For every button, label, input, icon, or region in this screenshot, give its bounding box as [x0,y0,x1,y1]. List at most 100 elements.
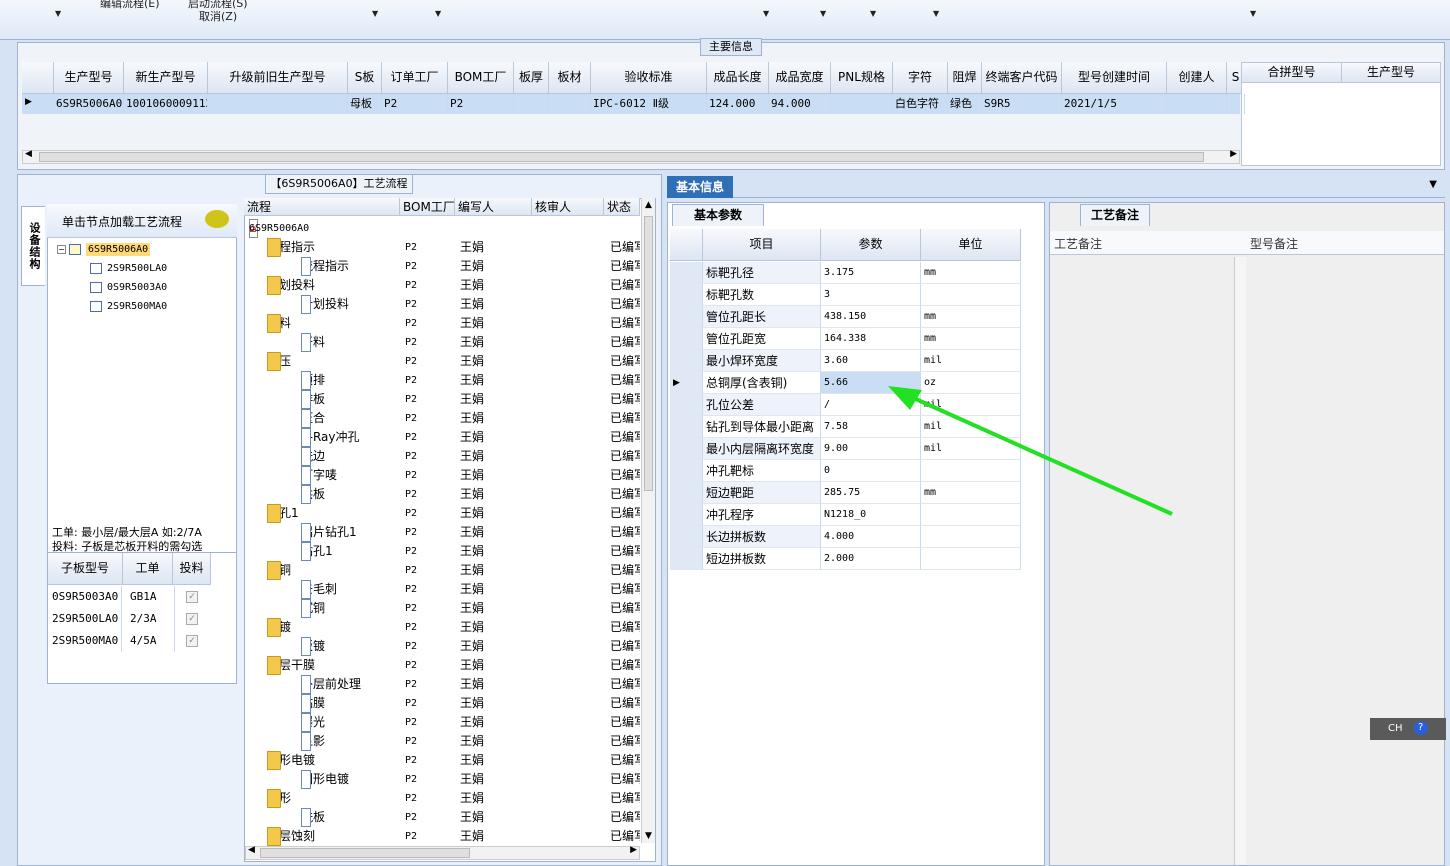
dropdown-arrow-icon[interactable]: ▼ [435,9,441,18]
row-selector[interactable] [670,416,703,438]
flow-row[interactable]: 铣边 P2 王娟 已编写 [245,447,640,466]
flow-row[interactable]: 钻孔1 P2 王娟 已编写 [245,542,640,561]
table-cell[interactable]: 94.000 [771,94,831,114]
value-cell[interactable]: 438.150 [821,306,921,328]
col-header[interactable]: 子板型号 [48,553,123,585]
flow-row[interactable]: −外形 P2 王娟 已编写 [245,789,640,808]
param-row[interactable]: 标靶孔径 3.175 mm [670,262,1040,284]
col-header[interactable]: 工单 [123,553,173,585]
row-selector[interactable] [670,284,703,306]
value-cell[interactable]: 3.175 [821,262,921,284]
flow-root-row[interactable]: − ⌂ 6S9R5006A0 [245,219,640,238]
checkbox[interactable]: ✓ [186,635,198,647]
col-header[interactable]: 新生产型号 [124,62,208,94]
flow-row[interactable]: 压合 P2 王娟 已编写 [245,409,640,428]
col-header[interactable]: 板厚 [514,62,549,94]
item-cell[interactable]: 最小焊环宽度 [703,350,821,372]
edit-flow-button[interactable]: 编辑流程(E) [100,0,160,11]
scroll-left-icon[interactable]: ◀ [25,149,32,159]
dropdown-arrow-icon[interactable]: ▼ [1429,179,1437,190]
param-row[interactable]: 长边拼板数 4.000 [670,526,1040,548]
flow-row[interactable]: 计划投料 P2 王娟 已编写 [245,295,640,314]
value-cell[interactable]: 3.60 [821,350,921,372]
col-header[interactable]: 终端客户代码 [982,62,1062,94]
unit-cell[interactable] [921,284,1021,306]
param-row[interactable]: 管位孔距宽 164.338 mm [670,328,1040,350]
row-selector[interactable] [670,306,703,328]
table-cell[interactable]: 124.000 [709,94,769,114]
row-selector[interactable] [670,438,703,460]
unit-cell[interactable]: mm [921,306,1021,328]
flow-row[interactable]: 曝光 P2 王娟 已编写 [245,713,640,732]
tab-process-remark[interactable]: 工艺备注 [1080,204,1150,226]
table-cell[interactable] [833,94,893,114]
row-selector[interactable] [670,460,703,482]
table-cell[interactable]: 白色字符 [895,94,948,114]
flow-row[interactable]: −开料 P2 王娟 已编写 [245,314,640,333]
col-header[interactable]: 参数 [821,229,921,261]
item-cell[interactable]: 短边拼板数 [703,548,821,570]
tab-basic-info[interactable]: 基本信息 [667,176,733,198]
flow-row[interactable]: −计划投料 P2 王娟 已编写 [245,276,640,295]
table-cell[interactable] [1169,94,1227,114]
col-header[interactable]: S板 [348,62,382,94]
col-header[interactable]: 投料 [173,553,211,585]
flow-row[interactable]: 打字唛 P2 王娟 已编写 [245,466,640,485]
tab-basic-params[interactable]: 基本参数 [672,204,764,226]
dropdown-arrow-icon[interactable]: ▼ [55,9,61,18]
row-selector[interactable] [670,548,703,570]
col-header[interactable]: 状态 [604,198,640,216]
side-col-header[interactable]: 合拼型号 [1242,63,1342,83]
param-row[interactable]: 短边拼板数 2.000 [670,548,1040,570]
col-header[interactable]: 编写人 [455,198,532,216]
flow-row[interactable]: 开料 P2 王娟 已编写 [245,333,640,352]
item-cell[interactable]: 长边拼板数 [703,526,821,548]
col-header[interactable]: BOM工厂 [448,62,514,94]
col-header[interactable]: 型号创建时间 [1062,62,1167,94]
flow-row[interactable]: 预排 P2 王娟 已编写 [245,371,640,390]
row-selector[interactable] [670,262,703,284]
tree-child-node[interactable]: 0S9R5003A0 [90,280,167,296]
row-selector[interactable] [670,504,703,526]
help-icon[interactable]: ? [1413,721,1428,735]
col-header[interactable]: BOM工厂 [400,198,455,216]
param-row[interactable]: 最小焊环宽度 3.60 mil [670,350,1040,372]
flow-row[interactable]: 图形电镀 P2 王娟 已编写 [245,770,640,789]
col-header[interactable]: 项目 [703,229,821,261]
flow-row[interactable]: 贴膜 P2 王娟 已编写 [245,694,640,713]
table-cell[interactable]: GB1A [130,586,175,608]
item-cell[interactable]: 钻孔到导体最小距离 [703,416,821,438]
item-cell[interactable]: 标靶孔径 [703,262,821,284]
col-header[interactable]: 核审人 [532,198,604,216]
row-selector[interactable] [670,350,703,372]
value-cell[interactable]: 2.000 [821,548,921,570]
table-cell[interactable]: P2 [450,94,514,114]
flow-row[interactable]: −沉铜 P2 王娟 已编写 [245,561,640,580]
checkbox[interactable]: ✓ [186,613,198,625]
item-cell[interactable]: 管位孔距宽 [703,328,821,350]
dropdown-arrow-icon[interactable]: ▼ [1250,9,1256,18]
item-cell[interactable]: 孔位公差 [703,394,821,416]
col-header[interactable]: 流程 [244,198,400,216]
col-header[interactable]: 生产型号 [54,62,124,94]
table-cell[interactable]: 绿色 [950,94,982,114]
flow-row[interactable]: −流程指示 P2 王娟 已编写 [245,238,640,257]
table-cell[interactable]: P2 [384,94,448,114]
table-cell[interactable]: 母板 [350,94,382,114]
table-cell[interactable]: IPC-6012 Ⅱ级 [593,94,707,114]
col-header[interactable]: 成品宽度 [769,62,831,94]
unit-cell[interactable] [921,526,1021,548]
table-cell[interactable] [1229,94,1245,114]
col-header[interactable]: 单位 [921,229,1021,261]
row-selector[interactable] [670,394,703,416]
row-selector[interactable] [670,526,703,548]
item-cell[interactable]: 标靶孔数 [703,284,821,306]
horizontal-scrollbar[interactable]: ◀ ▶ [245,845,640,860]
flow-row[interactable]: −外层蚀刻 P2 王娟 已编写 [245,827,640,846]
side-col-header[interactable]: 生产型号 [1342,63,1441,83]
flow-row[interactable]: 去毛刺 P2 王娟 已编写 [245,580,640,599]
row-selector[interactable] [670,482,703,504]
tree-child-node[interactable]: 2S9R500LA0 [90,261,167,277]
table-cell[interactable]: 2/3A [130,608,175,630]
flow-row[interactable]: X-Ray冲孔 P2 王娟 已编写 [245,428,640,447]
